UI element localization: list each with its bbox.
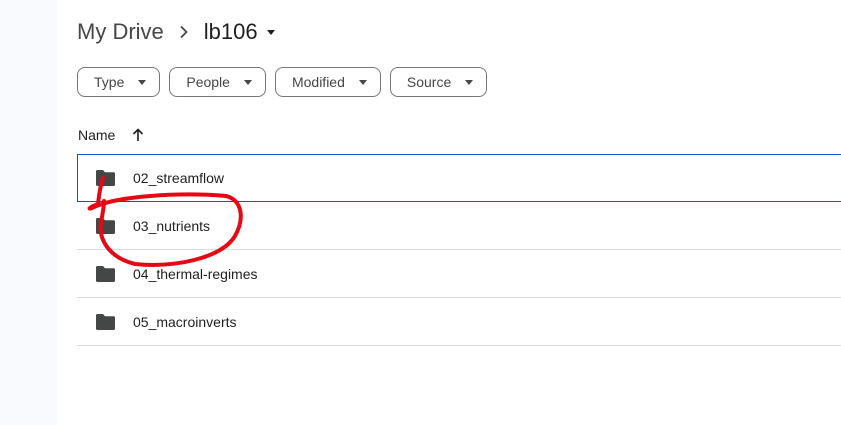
- left-sidebar-edge: [0, 0, 57, 425]
- filter-modified-label: Modified: [291, 74, 345, 90]
- breadcrumb: My Drive lb106: [77, 14, 275, 50]
- file-name: 03_nutrients: [133, 217, 211, 234]
- folder-icon: [95, 313, 116, 331]
- list-item-04-thermal-regimes[interactable]: 04_thermal-regimes: [77, 250, 841, 298]
- caret-down-icon: [138, 79, 147, 85]
- caret-down-icon: [358, 79, 367, 85]
- filter-source-label: Source: [406, 74, 452, 90]
- list-item-05-macroinverts[interactable]: 05_macroinverts: [77, 298, 841, 346]
- breadcrumb-current-label: lb106: [203, 19, 258, 44]
- caret-down-icon: [266, 29, 275, 35]
- caret-down-icon: [465, 79, 474, 85]
- arrow-up-icon[interactable]: [132, 128, 144, 142]
- name-column-label: Name: [78, 127, 116, 143]
- list-item-03-nutrients[interactable]: 03_nutrients: [77, 202, 841, 250]
- filter-people-label: People: [186, 74, 230, 90]
- filter-type-chip[interactable]: Type: [77, 67, 161, 97]
- caret-down-icon: [243, 79, 252, 85]
- folder-icon: [95, 169, 116, 187]
- file-list: 02_streamflow 03_nutrients 04_thermal-re…: [77, 154, 841, 346]
- breadcrumb-current-folder[interactable]: lb106: [204, 19, 275, 45]
- filter-people-chip[interactable]: People: [169, 67, 266, 97]
- name-column-header[interactable]: Name: [78, 122, 144, 148]
- filter-modified-chip[interactable]: Modified: [274, 67, 381, 97]
- file-name: 04_thermal-regimes: [133, 265, 258, 282]
- filter-chips: Type People Modified Source: [77, 67, 488, 97]
- main-content: My Drive lb106 Type People Modified Sour…: [57, 0, 841, 425]
- breadcrumb-my-drive[interactable]: My Drive: [77, 19, 164, 45]
- filter-type-label: Type: [94, 74, 125, 90]
- filter-source-chip[interactable]: Source: [389, 67, 488, 97]
- chevron-right-icon: [164, 25, 204, 39]
- folder-icon: [95, 217, 116, 235]
- file-name: 05_macroinverts: [133, 313, 237, 330]
- folder-icon: [95, 265, 116, 283]
- file-name: 02_streamflow: [133, 170, 225, 186]
- list-item-02-streamflow[interactable]: 02_streamflow: [77, 154, 841, 202]
- drive-window: My Drive lb106 Type People Modified Sour…: [0, 0, 841, 425]
